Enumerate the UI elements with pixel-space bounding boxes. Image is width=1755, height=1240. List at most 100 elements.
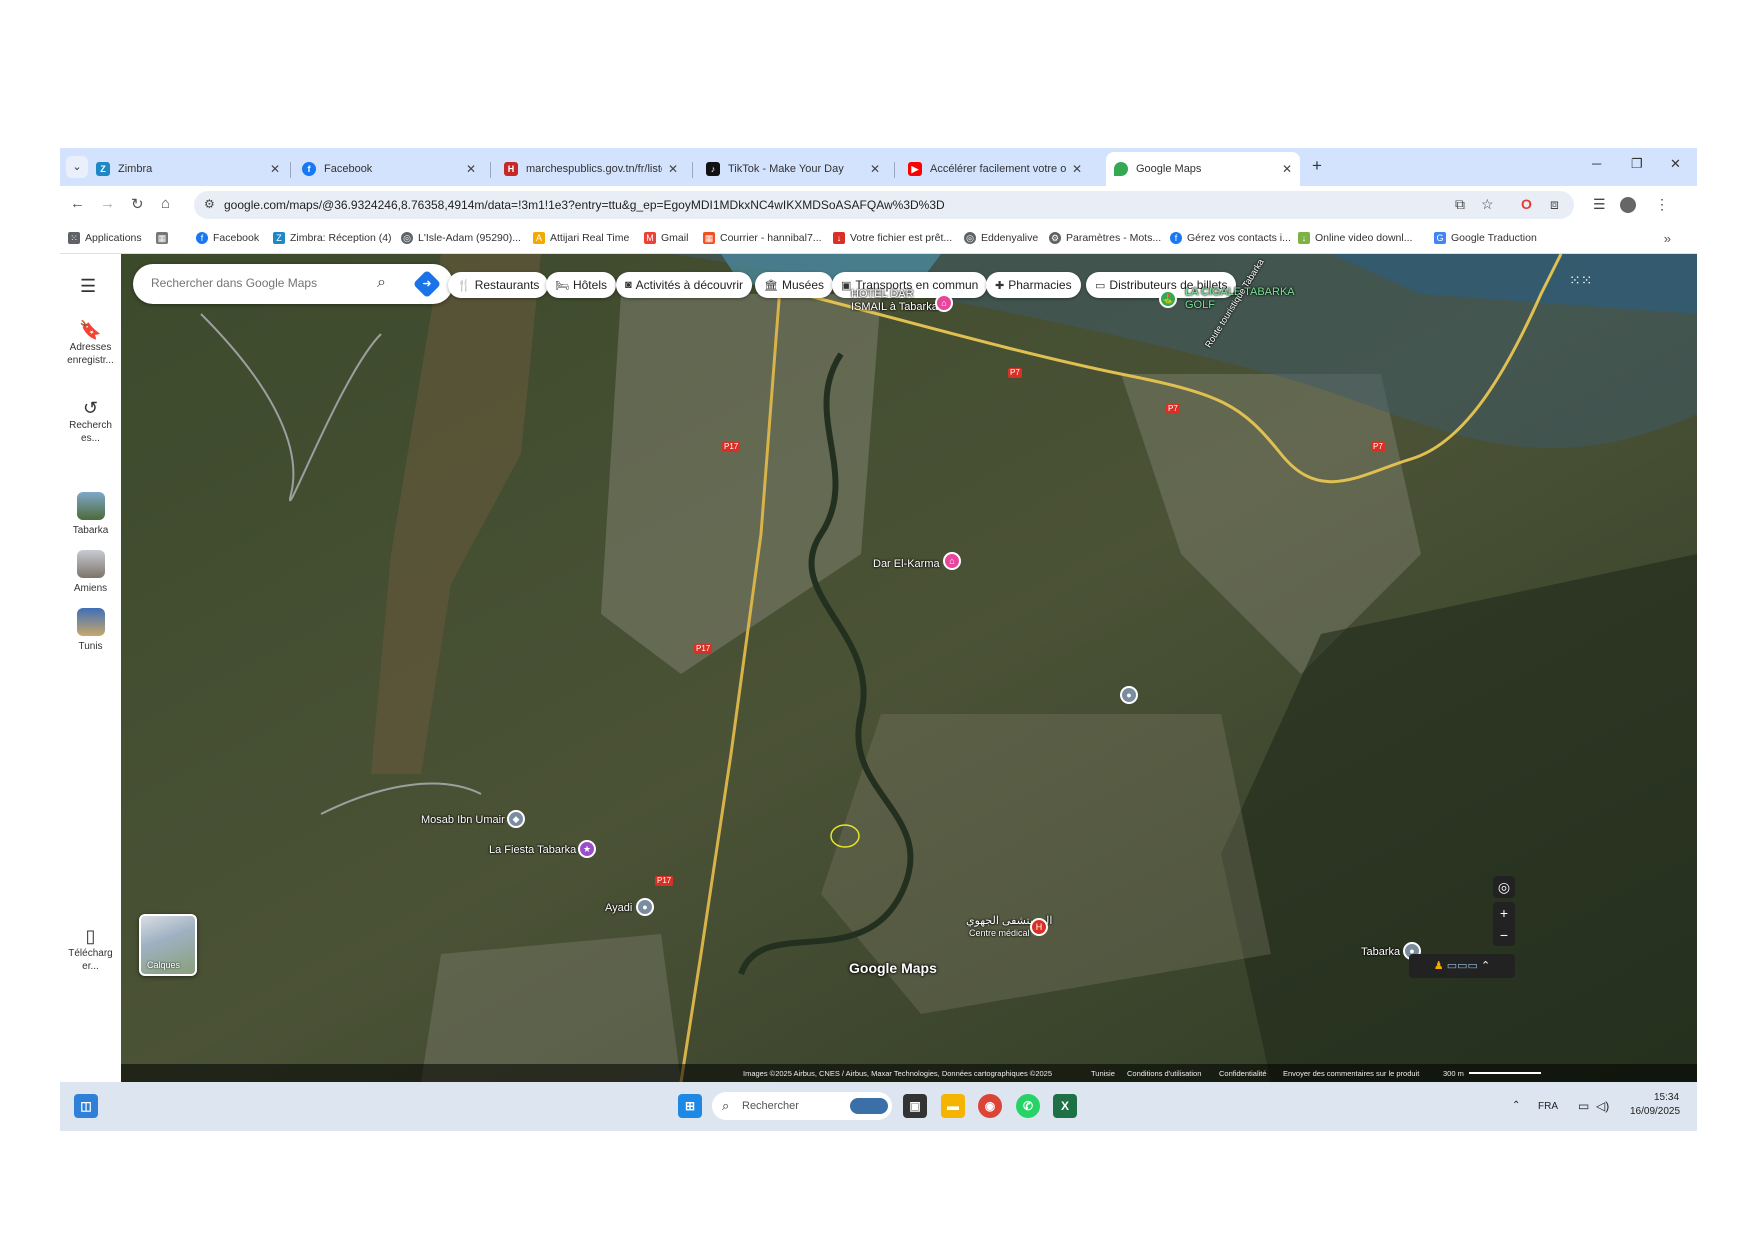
task-view-icon[interactable]: ▣ <box>903 1094 927 1118</box>
bookmark-attijari[interactable]: A Attijari Real Time <box>533 232 629 244</box>
tab-youtube[interactable]: ▶ Accélérer facilement votre ordi ✕ <box>900 152 1090 186</box>
place-label[interactable]: Mosab Ibn Umair <box>421 814 505 826</box>
tab-groups-icon[interactable]: ▦ <box>156 232 173 244</box>
sidebar-item-saved[interactable]: 🔖 Adresses enregistr... <box>60 321 121 367</box>
start-windows-icon[interactable]: ⊞ <box>678 1094 702 1118</box>
place-label[interactable]: HOTEL DAR ISMAIL à Tabarka <box>851 288 947 314</box>
clock-date[interactable]: 16/09/2025 <box>1630 1106 1680 1117</box>
bookmark-eddenyalive[interactable]: ◎ Eddenyalive <box>964 232 1038 244</box>
hotel-pin-icon[interactable]: ⌂ <box>943 552 961 570</box>
chip-hotels[interactable]: 🛏 Hôtels <box>546 272 616 298</box>
place-label[interactable]: Ayadi <box>605 902 632 914</box>
scale-label[interactable]: 300 m <box>1443 1069 1464 1078</box>
pegman-icon[interactable]: ♟ <box>1434 960 1444 972</box>
close-window-icon[interactable]: ✕ <box>1670 156 1681 172</box>
file-explorer-icon[interactable]: ▬ <box>941 1094 965 1118</box>
chip-activities[interactable]: ◙ Activités à découvrir <box>616 272 753 298</box>
install-app-icon[interactable]: ⧉ <box>1455 196 1465 213</box>
bookmark-zimbra[interactable]: Z Zimbra: Réception (4) <box>273 232 392 244</box>
excel-icon[interactable]: X <box>1053 1094 1077 1118</box>
bookmark-facebook[interactable]: f Facebook <box>196 232 259 244</box>
bookmark-courrier[interactable]: ▦ Courrier - hannibal7... <box>703 232 822 244</box>
new-tab-button[interactable]: + <box>1312 156 1322 176</box>
reading-list-icon[interactable]: ☰ <box>1593 196 1606 213</box>
close-icon[interactable]: ✕ <box>668 162 678 176</box>
clock-time[interactable]: 15:34 <box>1654 1092 1679 1103</box>
taskbar-search[interactable]: ⌕ Rechercher <box>712 1092 892 1120</box>
bookmark-votre-fichier[interactable]: ↓ Votre fichier est prêt... <box>833 232 952 244</box>
sidebar-item-tabarka[interactable]: Tabarka <box>60 492 121 537</box>
minimize-icon[interactable]: ─ <box>1592 156 1601 171</box>
home-icon[interactable]: ⌂ <box>161 195 170 212</box>
sidebar-item-recent[interactable]: ↺ Recherch es... <box>60 399 121 445</box>
expand-up-icon[interactable]: ⌃ <box>1481 960 1490 972</box>
bookmark-parametres[interactable]: ⚙ Paramètres - Mots... <box>1049 232 1161 244</box>
privacy-link[interactable]: Confidentialité <box>1219 1069 1267 1078</box>
directions-button[interactable]: ➜ <box>412 269 442 299</box>
country-link[interactable]: Tunisie <box>1091 1069 1115 1078</box>
url-text[interactable]: google.com/maps/@36.9324246,8.76358,4914… <box>224 198 945 212</box>
mosque-pin-icon[interactable]: ◆ <box>507 810 525 828</box>
hotel-pin-icon[interactable]: ⌂ <box>935 294 953 312</box>
place-pin-icon[interactable]: ● <box>1120 686 1138 704</box>
bookmark-contacts[interactable]: f Gérez vos contacts i... <box>1170 232 1291 244</box>
chrome-icon[interactable]: ◉ <box>978 1094 1002 1118</box>
sidebar-item-download[interactable]: ▯ Télécharg er... <box>60 927 121 973</box>
layers-button[interactable]: Calques <box>139 914 197 976</box>
bookmark-applications[interactable]: ⁙ Applications <box>68 232 142 244</box>
sidebar-item-amiens[interactable]: Amiens <box>60 550 121 595</box>
close-icon[interactable]: ✕ <box>870 162 880 176</box>
extensions-icon[interactable]: ⧈ <box>1550 196 1559 213</box>
zoom-in-button[interactable]: + <box>1493 902 1515 924</box>
whatsapp-icon[interactable]: ✆ <box>1016 1094 1040 1118</box>
chip-museums[interactable]: 🏛 Musées <box>755 272 833 298</box>
maps-search-input[interactable] <box>151 276 351 290</box>
tab-marchespublics[interactable]: H marchespublics.gov.tn/fr/liste-d ✕ <box>496 152 686 186</box>
hamburger-menu-icon[interactable]: ☰ <box>80 276 96 297</box>
place-pin-icon[interactable]: ● <box>636 898 654 916</box>
terms-link[interactable]: Conditions d'utilisation <box>1127 1069 1201 1078</box>
opera-icon[interactable]: O <box>1521 196 1532 212</box>
satellite-map[interactable]: ⌕ ➜ 🍴Restaurants 🛏Hôtels ◙Activités à dé… <box>121 254 1697 1082</box>
close-icon[interactable]: ✕ <box>1282 162 1292 176</box>
back-arrow-icon[interactable]: ← <box>70 195 85 212</box>
tab-tiktok[interactable]: ♪ TikTok - Make Your Day ✕ <box>698 152 888 186</box>
tab-google-maps[interactable]: Google Maps ✕ <box>1106 152 1300 186</box>
chip-pharmacies[interactable]: ✚ Pharmacies <box>986 272 1081 298</box>
my-location-icon[interactable]: ◎ <box>1493 876 1515 898</box>
tab-facebook[interactable]: f Facebook ✕ <box>294 152 484 186</box>
star-icon[interactable]: ☆ <box>1481 196 1494 213</box>
place-label[interactable]: Tabarka <box>1361 946 1400 958</box>
tab-zimbra[interactable]: Z Zimbra ✕ <box>88 152 288 186</box>
bookmark-lisle-adam[interactable]: ◎ L'Isle-Adam (95290)... <box>401 232 521 244</box>
menu-dots-icon[interactable]: ⋮ <box>1655 196 1669 213</box>
search-icon[interactable]: ⌕ <box>377 274 386 292</box>
close-icon[interactable]: ✕ <box>270 162 280 176</box>
chip-restaurants[interactable]: 🍴 Restaurants <box>448 272 549 298</box>
event-pin-icon[interactable]: ★ <box>578 840 596 858</box>
close-icon[interactable]: ✕ <box>466 162 476 176</box>
more-bookmarks-icon[interactable]: » <box>1664 231 1671 246</box>
network-icon[interactable]: ▭ <box>1578 1099 1589 1113</box>
place-label[interactable]: La Fiesta Tabarka <box>489 844 576 856</box>
feedback-link[interactable]: Envoyer des commentaires sur le produit <box>1283 1069 1419 1078</box>
sidebar-item-tunis[interactable]: Tunis <box>60 608 121 653</box>
tab-search-chevron-icon[interactable]: ⌄ <box>66 156 88 178</box>
chevron-up-icon[interactable]: ⌃ <box>1512 1100 1520 1111</box>
place-label[interactable]: Dar El-Karma <box>873 558 940 570</box>
reload-icon[interactable]: ↻ <box>131 195 144 213</box>
zoom-out-button[interactable]: − <box>1493 924 1515 946</box>
restore-icon[interactable]: ❐ <box>1631 156 1643 172</box>
widgets-icon[interactable]: ◫ <box>74 1094 98 1118</box>
hospital-pin-icon[interactable]: H <box>1030 918 1048 936</box>
bookmark-google-traduction[interactable]: G Google Traduction <box>1434 232 1537 244</box>
bookmark-gmail[interactable]: M Gmail <box>644 232 688 244</box>
language-indicator[interactable]: FRA <box>1538 1101 1558 1112</box>
close-icon[interactable]: ✕ <box>1072 162 1082 176</box>
golf-pin-icon[interactable]: ⛳ <box>1159 290 1177 308</box>
profile-avatar[interactable] <box>1620 197 1636 213</box>
bookmark-video-download[interactable]: ↓ Online video downl... <box>1298 232 1412 244</box>
map-type-thumbnails[interactable]: ▭▭▭ <box>1447 960 1478 972</box>
address-bar[interactable]: ⚙ google.com/maps/@36.9324246,8.76358,49… <box>194 191 1574 219</box>
forward-arrow-icon[interactable]: → <box>100 195 115 212</box>
